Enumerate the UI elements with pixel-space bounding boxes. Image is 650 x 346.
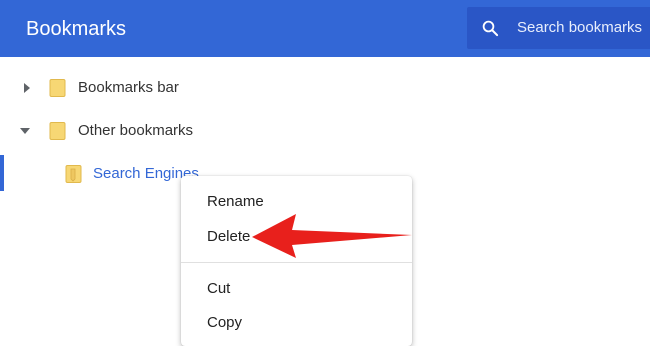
tree-item-other-bookmarks[interactable]: Other bookmarks bbox=[0, 116, 460, 146]
search-input[interactable]: Search bookmarks bbox=[517, 19, 642, 37]
app-header: Bookmarks Search bookmarks bbox=[0, 0, 650, 57]
folder-icon bbox=[65, 165, 82, 183]
menu-divider bbox=[181, 262, 412, 263]
tree-item-bookmarks-bar[interactable]: Bookmarks bar bbox=[0, 73, 460, 103]
menu-item-cut[interactable]: Cut bbox=[181, 273, 412, 305]
menu-item-label: Copy bbox=[207, 314, 243, 331]
context-menu: Rename Delete Cut Copy bbox=[181, 176, 412, 346]
menu-item-label: Cut bbox=[207, 280, 231, 297]
menu-item-label: Rename bbox=[207, 193, 264, 210]
annotation-arrow-icon bbox=[252, 214, 412, 258]
tree-item-label: Other bookmarks bbox=[78, 122, 194, 139]
collapse-arrow-icon[interactable] bbox=[20, 126, 30, 136]
search-box[interactable]: Search bookmarks bbox=[467, 7, 650, 49]
search-icon[interactable] bbox=[481, 19, 499, 37]
page-title: Bookmarks bbox=[26, 18, 127, 40]
folder-icon bbox=[49, 122, 66, 140]
expand-arrow-icon[interactable] bbox=[22, 83, 32, 93]
menu-item-copy[interactable]: Copy bbox=[181, 307, 412, 339]
menu-item-label: Delete bbox=[207, 228, 251, 245]
tree-item-label: Bookmarks bar bbox=[78, 79, 179, 96]
folder-icon bbox=[49, 79, 66, 97]
